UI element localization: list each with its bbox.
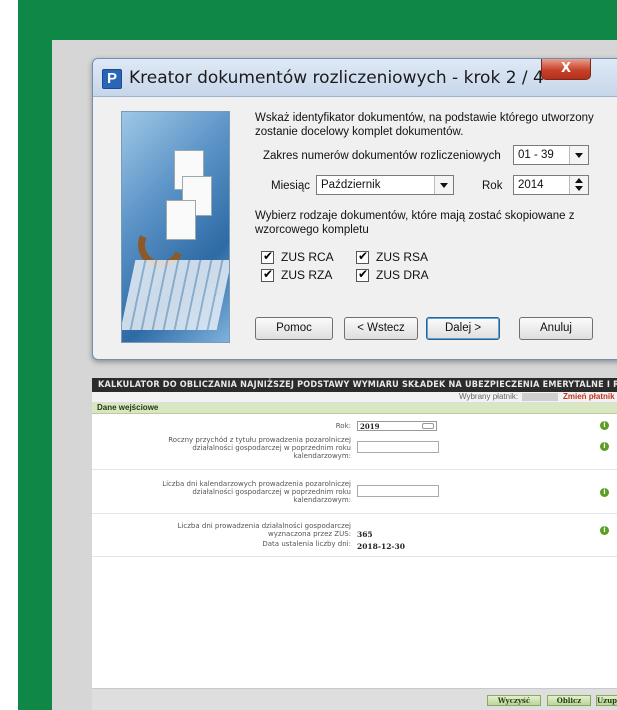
next-button[interactable]: Dalej > [426, 317, 500, 340]
section-title: Dane wejściowe [97, 403, 159, 412]
checkbox-label: ZUS RSA [376, 250, 429, 264]
calculator-form: KALKULATOR DO OBLICZANIA NAJNIŻSZEJ PODS… [92, 378, 617, 710]
checkbox-zus-rca[interactable] [261, 249, 274, 264]
chevron-down-icon[interactable] [422, 423, 434, 429]
year-label: Rok [482, 180, 503, 192]
chevron-down-icon[interactable] [434, 176, 453, 194]
date-value: 2018-12-30 [357, 542, 405, 551]
checkbox-zus-dra[interactable] [356, 267, 369, 282]
zus-days-value: 365 [357, 530, 373, 539]
back-button[interactable]: < Wstecz [344, 317, 418, 340]
days-input[interactable] [357, 485, 439, 497]
checkbox-label: ZUS RZA [281, 268, 333, 282]
checkbox-label: ZUS RCA [281, 250, 334, 264]
month-label: Miesiąc [271, 180, 310, 192]
range-label: Zakres numerów dokumentów rozliczeniowyc… [263, 150, 501, 162]
cancel-button[interactable]: Anuluj [519, 317, 593, 340]
wizard-titlebar: P Kreator dokumentów rozliczeniowych - k… [93, 59, 617, 97]
divider [92, 556, 617, 557]
wizard-illustration [121, 111, 230, 343]
year-field-label: Rok: [335, 422, 351, 430]
range-select[interactable]: 01 - 39 [513, 145, 589, 165]
change-payer-link[interactable]: Zmień płatnik [563, 392, 615, 401]
section-header: Dane wejściowe [92, 403, 617, 414]
wizard-instruction: Wskaż identyfikator dokumentów, na podst… [255, 112, 594, 138]
divider [92, 513, 617, 514]
close-button[interactable]: X [541, 59, 591, 80]
calculator-footer: Wyczyść Oblicz Uzupełnij [92, 688, 617, 710]
income-field-label: Roczny przychód z tytułu prowadzenia poz… [168, 436, 351, 460]
info-icon[interactable]: i [600, 442, 609, 451]
calculator-header: KALKULATOR DO OBLICZANIA NAJNIŻSZEJ PODS… [92, 378, 617, 392]
info-icon[interactable]: i [600, 526, 609, 535]
wizard-title: Kreator dokumentów rozliczeniowych - kro… [129, 68, 544, 88]
zus-days-label: Liczba dni prowadzenia działalności gosp… [177, 522, 351, 538]
calculator-title: KALKULATOR DO OBLICZANIA NAJNIŻSZEJ PODS… [98, 380, 617, 390]
days-field-label: Liczba dni kalendarzowych prowadzenia po… [162, 480, 351, 504]
calculate-button[interactable]: Oblicz [547, 695, 591, 706]
divider [92, 469, 617, 470]
info-icon[interactable]: i [600, 421, 609, 430]
screenshot-stage: P Kreator dokumentów rozliczeniowych - k… [0, 0, 617, 710]
chevron-down-icon[interactable] [569, 146, 588, 164]
checkbox-zus-rsa[interactable] [356, 249, 369, 264]
month-select-value: Październik [321, 179, 381, 191]
clear-button[interactable]: Wyczyść [487, 695, 541, 706]
keyboard-image [122, 260, 229, 330]
range-select-value: 01 - 39 [518, 149, 554, 161]
app-icon: P [102, 69, 122, 89]
types-instruction: Wybierz rodzaje dokumentów, które mają z… [255, 210, 575, 236]
payer-label: Wybrany płatnik: [459, 392, 519, 401]
year-select[interactable]: 2019 [357, 421, 437, 431]
month-select[interactable]: Październik [316, 175, 454, 195]
checkbox-zus-rza[interactable] [261, 267, 274, 282]
year-spinner[interactable]: 2014 [513, 175, 589, 195]
help-button[interactable]: Pomoc [255, 317, 333, 340]
spin-arrows-icon[interactable] [569, 176, 588, 194]
payer-value [522, 393, 558, 401]
info-icon[interactable]: i [600, 488, 609, 497]
fill-button[interactable]: Uzupełnij [596, 695, 617, 706]
checkbox-label: ZUS DRA [376, 268, 429, 282]
payer-bar: Wybrany płatnik: Zmień płatnik [92, 392, 617, 403]
year-select-value: 2019 [360, 422, 380, 431]
date-label: Data ustalenia liczby dni: [262, 540, 351, 548]
screenshot-photo: P Kreator dokumentów rozliczeniowych - k… [52, 40, 617, 710]
wizard-dialog: P Kreator dokumentów rozliczeniowych - k… [92, 58, 617, 360]
year-spinner-value: 2014 [518, 179, 544, 191]
income-input[interactable] [357, 441, 439, 453]
